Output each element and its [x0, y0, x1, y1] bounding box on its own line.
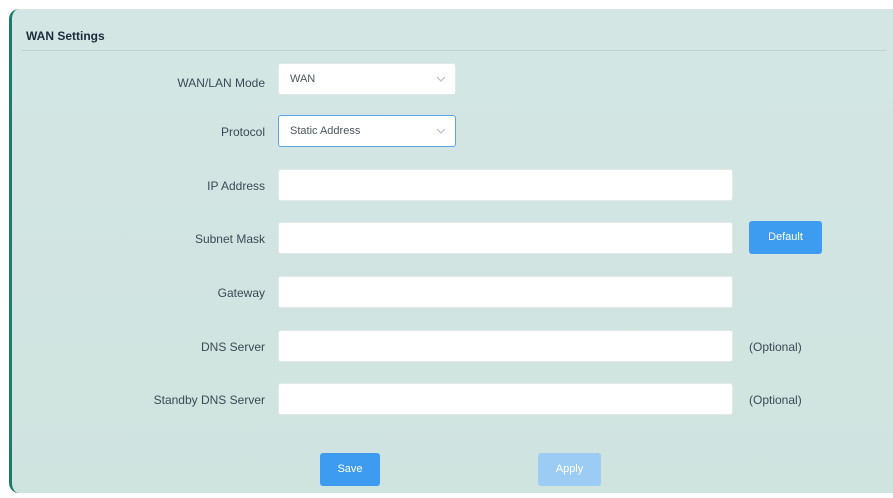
gateway-label: Gateway — [217, 286, 265, 300]
chevron-down-icon — [436, 128, 446, 134]
wan-lan-mode-label: WAN/LAN Mode — [177, 76, 265, 90]
ip-address-label: IP Address — [207, 179, 265, 193]
gateway-input[interactable] — [278, 276, 733, 308]
wan-settings-panel: WAN Settings WAN/LAN Mode WAN Protocol S… — [9, 9, 893, 493]
title-divider — [22, 50, 887, 51]
apply-button[interactable]: Apply — [538, 453, 601, 486]
dns-server-input[interactable] — [278, 330, 733, 362]
subnet-mask-input[interactable] — [278, 222, 733, 254]
wan-lan-mode-select[interactable]: WAN — [278, 63, 456, 95]
protocol-select[interactable]: Static Address — [278, 115, 456, 147]
dns-server-label: DNS Server — [200, 340, 265, 354]
wan-lan-mode-value: WAN — [290, 73, 316, 85]
standby-dns-server-optional-note: (Optional) — [749, 393, 802, 407]
default-button[interactable]: Default — [749, 221, 822, 254]
standby-dns-server-label: Standby DNS Server — [153, 393, 265, 407]
ip-address-input[interactable] — [278, 169, 733, 201]
page: WAN Settings WAN/LAN Mode WAN Protocol S… — [0, 0, 893, 498]
chevron-down-icon — [436, 76, 446, 82]
save-button[interactable]: Save — [320, 453, 380, 486]
standby-dns-server-input[interactable] — [278, 383, 733, 415]
subnet-mask-label: Subnet Mask — [194, 232, 265, 246]
dns-server-optional-note: (Optional) — [749, 340, 802, 354]
protocol-label: Protocol — [220, 125, 265, 139]
protocol-value: Static Address — [290, 125, 361, 137]
panel-title: WAN Settings — [26, 29, 105, 43]
